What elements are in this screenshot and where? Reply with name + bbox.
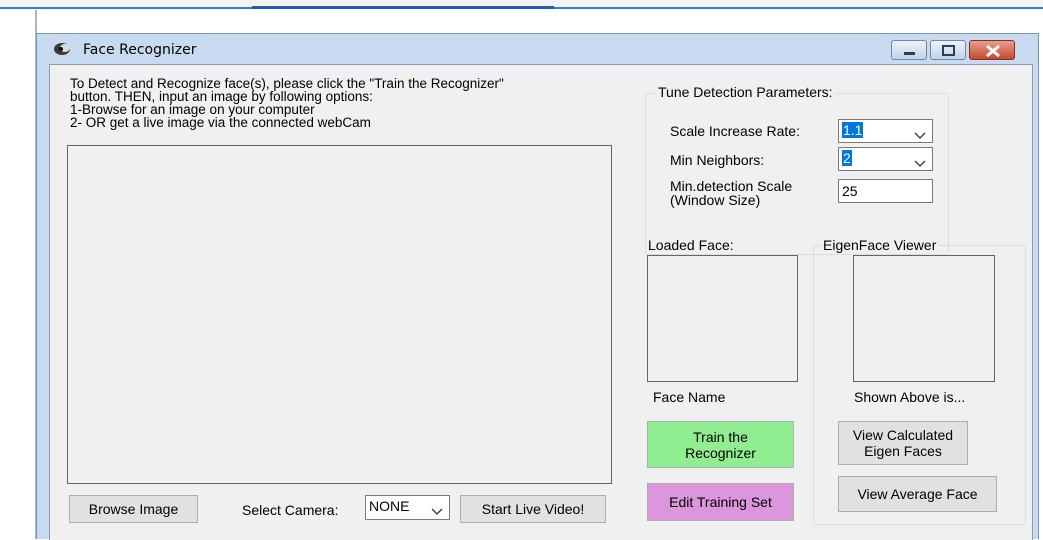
webcam-icon xyxy=(53,42,75,59)
edit-training-set-button[interactable]: Edit Training Set xyxy=(647,483,794,521)
minimize-button[interactable] xyxy=(891,40,927,60)
chevron-down-icon xyxy=(431,503,443,519)
view-calculated-eigen-faces-button[interactable]: View Calculated Eigen Faces xyxy=(838,421,968,465)
client-area: To Detect and Recognize face(s), please … xyxy=(49,64,1033,540)
instruction-line: 2- OR get a live image via the connected… xyxy=(70,115,371,130)
view-calc-line2: Eigen Faces xyxy=(864,443,942,459)
eigenface-viewer-legend: EigenFace Viewer xyxy=(821,237,939,253)
select-camera-label: Select Camera: xyxy=(242,502,339,518)
tune-parameters-legend: Tune Detection Parameters: xyxy=(656,84,835,100)
view-average-face-button[interactable]: View Average Face xyxy=(838,476,997,512)
scale-increase-value: 1.1 xyxy=(842,122,864,138)
loaded-face-image xyxy=(647,255,798,382)
chevron-down-icon xyxy=(914,155,926,171)
train-line1: Train the xyxy=(693,428,748,445)
start-live-video-button[interactable]: Start Live Video! xyxy=(460,495,606,523)
min-detection-scale-value: 25 xyxy=(842,183,858,199)
main-image-box xyxy=(67,145,612,484)
camera-select-value: NONE xyxy=(369,498,410,514)
train-recognizer-button[interactable]: Train the Recognizer xyxy=(647,421,794,468)
maximize-icon xyxy=(942,45,955,56)
chevron-down-icon xyxy=(914,127,926,143)
loaded-face-label: Loaded Face: xyxy=(648,237,734,253)
view-calc-line1: View Calculated xyxy=(852,427,954,443)
window-title: Face Recognizer xyxy=(83,42,197,58)
scale-increase-label: Scale Increase Rate: xyxy=(670,123,800,139)
top-tab-indicator xyxy=(252,6,554,9)
maximize-button[interactable] xyxy=(930,40,966,60)
close-icon xyxy=(986,44,1000,58)
face-recognizer-window: Face Recognizer To Detect and Recognize … xyxy=(36,33,1039,540)
min-neighbors-label: Min Neighbors: xyxy=(670,152,765,168)
instructions-text: To Detect and Recognize face(s), please … xyxy=(70,77,630,130)
min-neighbors-value: 2 xyxy=(842,150,852,166)
train-line2: Recognizer xyxy=(685,444,756,461)
eigenface-image xyxy=(853,255,995,382)
title-bar[interactable]: Face Recognizer xyxy=(37,34,1038,64)
scale-increase-select[interactable]: 1.1 xyxy=(838,119,933,143)
close-button[interactable] xyxy=(969,40,1015,60)
camera-select[interactable]: NONE xyxy=(365,495,450,520)
browse-image-button[interactable]: Browse Image xyxy=(69,495,198,523)
min-detection-scale-label: Min.detection Scale (Window Size) xyxy=(670,179,792,207)
min-detection-scale-line2: (Window Size) xyxy=(670,192,761,208)
face-name-label: Face Name xyxy=(653,389,726,405)
min-neighbors-select[interactable]: 2 xyxy=(838,147,933,171)
minimize-icon xyxy=(904,52,915,55)
min-detection-scale-line1: Min.detection Scale xyxy=(670,178,793,194)
min-detection-scale-input[interactable]: 25 xyxy=(838,179,933,203)
eigenface-caption: Shown Above is... xyxy=(854,389,966,405)
tune-parameters-group xyxy=(645,93,949,255)
